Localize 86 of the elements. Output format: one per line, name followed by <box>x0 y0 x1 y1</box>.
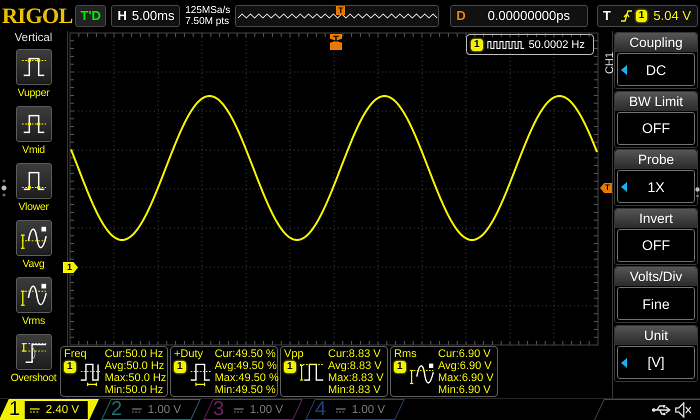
menu-value-button[interactable]: 1X <box>617 170 695 203</box>
channel-label: CH1 <box>604 52 616 74</box>
measurement-value: Cur:49.50 % <box>214 348 277 360</box>
menu-title: Probe <box>615 150 697 169</box>
channel-badge: 1 <box>394 361 406 373</box>
sine-rms-icon <box>408 361 435 387</box>
left-arrow-icon <box>621 65 627 75</box>
dc-coupling-icon <box>234 406 244 412</box>
measurement-name: Vpp <box>284 348 305 360</box>
measurement-name: Rms <box>394 348 418 360</box>
measurement-value: Cur:8.83 V <box>328 348 382 360</box>
sample-rate: 125MSa/s <box>185 4 230 16</box>
channel-badge: 1 <box>284 361 296 373</box>
channel-badge: 1 <box>471 38 483 50</box>
page-indicator-icon <box>695 187 700 198</box>
channel-button[interactable]: 4 1.00 V <box>305 399 405 420</box>
measure-button[interactable] <box>16 334 52 370</box>
sine-average-icon <box>20 224 48 252</box>
measurement-value: Avg:6.90 V <box>438 360 493 372</box>
measure-button[interactable] <box>16 277 52 313</box>
measurement-value: Avg:49.50 % <box>214 360 278 372</box>
measurement-value: Avg:50.0 Hz <box>104 360 166 372</box>
delay-label: D <box>455 8 467 23</box>
measurement-value: Avg:8.83 V <box>328 360 383 372</box>
sine-rms-icon <box>20 281 48 309</box>
measurement-value: Min:8.83 V <box>328 384 382 396</box>
menu-value-button[interactable]: DC <box>617 53 695 86</box>
page-indicator-icon <box>1 178 7 198</box>
measure-label: Vlower <box>18 201 49 213</box>
channel-button[interactable]: 3 1.00 V <box>203 399 303 420</box>
measure-label: Vmid <box>22 144 45 156</box>
measure-label: Vupper <box>18 87 50 99</box>
measurement-value: Cur:50.0 Hz <box>104 348 164 360</box>
measurement-value: Max:49.50 % <box>214 372 279 384</box>
channel-button[interactable]: 2 1.00 V <box>101 399 201 420</box>
trigger-level-marker: T <box>600 183 612 193</box>
left-arrow-icon <box>621 182 627 192</box>
menu-title: Coupling <box>615 33 697 52</box>
measurement-value: Max:6.90 V <box>438 372 494 384</box>
left-arrow-icon <box>621 358 627 368</box>
channel-badge: 1 <box>174 361 186 373</box>
menu-value-button[interactable]: [V] <box>617 346 695 378</box>
panel-title: Vertical <box>14 32 52 46</box>
trigger-level: 5.04 V <box>653 8 692 23</box>
measurement-name: +Duty <box>174 348 204 360</box>
run-status: T'D <box>75 4 106 26</box>
menu-title: Volts/Div <box>615 267 697 286</box>
measure-label: Overshoot <box>10 372 56 384</box>
measure-button[interactable] <box>16 220 52 256</box>
horizontal-label: H <box>116 8 128 23</box>
dc-coupling-icon <box>30 406 40 412</box>
menu-value-button[interactable]: OFF <box>617 112 695 144</box>
measure-label: Vavg <box>22 258 44 270</box>
channel-marker: 1 <box>63 262 78 273</box>
measure-button[interactable] <box>16 49 52 85</box>
menu-value-button[interactable]: Fine <box>617 287 695 320</box>
brand-logo: RIGOL <box>2 2 70 28</box>
measurement-value: Max:50.0 Hz <box>104 372 166 384</box>
measure-label: Vrms <box>22 315 45 327</box>
delay-value: 0.00000000ps <box>486 8 571 23</box>
measurement-value: Cur:6.90 V <box>438 348 492 360</box>
channel-badge: 1 <box>64 361 76 373</box>
timebase-value: 5.00ms <box>132 8 174 23</box>
measurement-value: Min:49.50 % <box>214 384 277 396</box>
trigger-label: T <box>602 8 612 23</box>
measure-button[interactable] <box>16 106 52 142</box>
trigger-position-marker: T <box>336 6 346 14</box>
dc-coupling-icon <box>132 406 142 412</box>
rising-edge-icon <box>620 8 632 22</box>
menu-title: Invert <box>615 208 697 228</box>
usb-icon <box>652 404 671 416</box>
square-wave-icon <box>486 38 525 50</box>
dc-coupling-icon <box>336 406 346 412</box>
muted-speaker-icon <box>674 402 692 418</box>
channel-button[interactable]: 1 2.40 V <box>0 399 99 420</box>
measurement-value: Max:8.83 V <box>328 372 384 384</box>
memory-depth: 7.50M pts <box>185 16 230 26</box>
measure-button[interactable] <box>16 163 52 199</box>
measurement-name: Freq <box>64 348 88 360</box>
menu-title: BW Limit <box>615 92 697 110</box>
menu-value-button[interactable]: OFF <box>617 228 695 262</box>
trigger-source-badge: 1 <box>636 10 648 22</box>
measurement-value: Min:50.0 Hz <box>104 384 164 396</box>
frequency-value: 50.0002 Hz <box>528 38 585 50</box>
menu-title: Unit <box>615 326 697 344</box>
measurement-value: Min:6.90 V <box>438 384 492 396</box>
